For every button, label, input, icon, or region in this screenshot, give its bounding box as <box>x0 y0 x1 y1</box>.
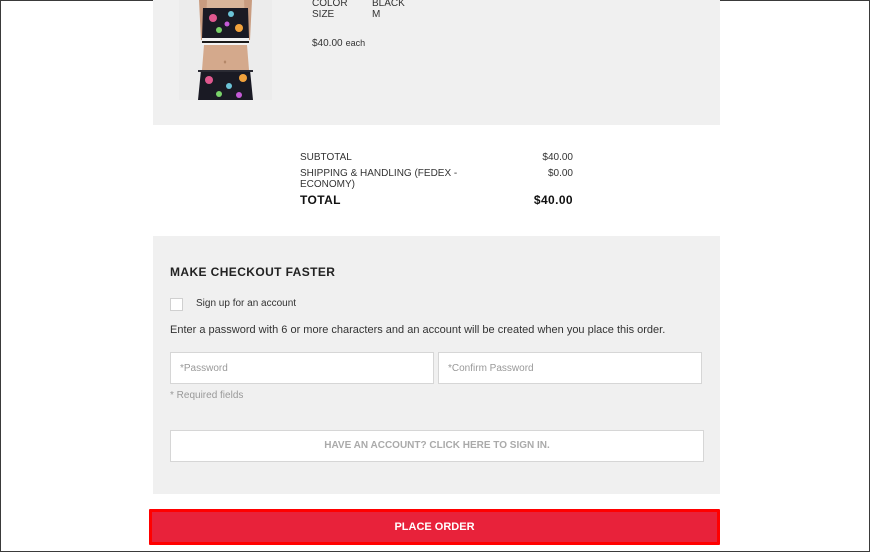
attr-row-color: COLOR BLACK <box>312 0 405 9</box>
checkout-faster-panel: MAKE CHECKOUT FASTER Sign up for an acco… <box>153 236 720 494</box>
cart-item-panel: COLOR BLACK SIZE M $40.00 each <box>153 0 720 125</box>
subtotal-value: $40.00 <box>542 152 573 163</box>
section-title: MAKE CHECKOUT FASTER <box>170 265 336 279</box>
attr-label: COLOR <box>312 0 348 9</box>
price-unit: each <box>345 38 366 48</box>
password-hint: Enter a password with 6 or more characte… <box>170 324 666 336</box>
subtotal-label: SUBTOTAL <box>300 152 352 163</box>
total-row: TOTAL $40.00 <box>300 193 573 207</box>
attr-row-size: SIZE M <box>312 9 405 20</box>
signup-checkbox[interactable] <box>170 298 183 311</box>
signup-label[interactable]: Sign up for an account <box>196 298 296 309</box>
product-photo-icon <box>198 0 253 100</box>
attr-label: SIZE <box>312 9 335 20</box>
price-amount: $40.00 <box>312 38 343 49</box>
unit-price: $40.00 each <box>312 38 365 49</box>
place-order-button[interactable]: PLACE ORDER <box>149 509 720 545</box>
product-image[interactable] <box>179 0 272 100</box>
attr-value: BLACK <box>372 0 405 9</box>
sign-in-button[interactable]: HAVE AN ACCOUNT? CLICK HERE TO SIGN IN. <box>170 430 704 462</box>
shipping-row: SHIPPING & HANDLING (FEDEX - ECONOMY) $0… <box>300 168 573 190</box>
attr-value: M <box>372 9 381 20</box>
password-input[interactable] <box>170 352 434 384</box>
shipping-value: $0.00 <box>547 168 573 179</box>
product-attributes: COLOR BLACK SIZE M <box>312 0 405 20</box>
subtotal-row: SUBTOTAL $40.00 <box>300 152 573 163</box>
confirm-password-input[interactable] <box>438 352 702 384</box>
order-totals: SUBTOTAL $40.00 SHIPPING & HANDLING (FED… <box>300 152 573 211</box>
required-fields-note: * Required fields <box>170 390 244 401</box>
shipping-label: SHIPPING & HANDLING (FEDEX - ECONOMY) <box>300 168 458 190</box>
signup-option[interactable]: Sign up for an account <box>170 295 296 311</box>
total-label: TOTAL <box>300 193 341 207</box>
total-value: $40.00 <box>533 193 573 207</box>
